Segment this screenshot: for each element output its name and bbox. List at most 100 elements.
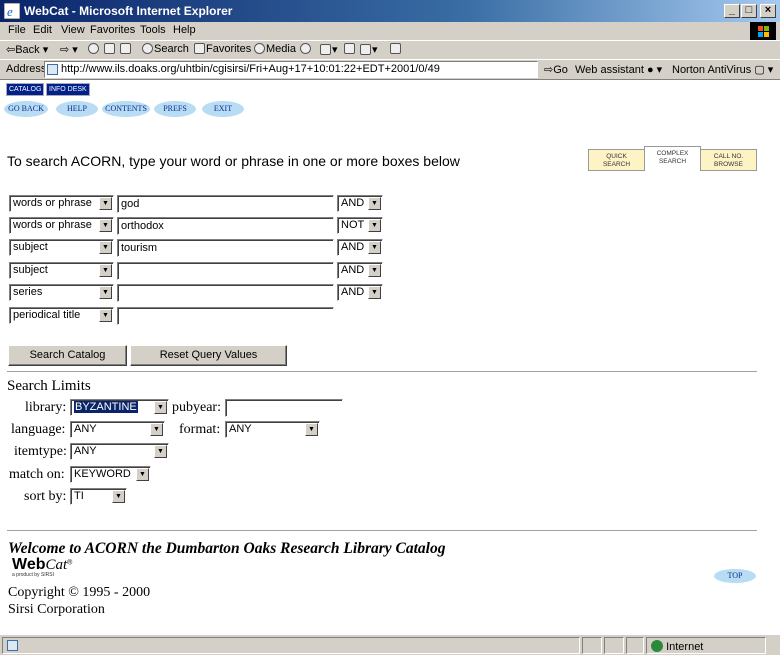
- refresh-icon[interactable]: [104, 43, 116, 55]
- intro-text: To search ACORN, type your word or phras…: [7, 153, 460, 169]
- favorites-button[interactable]: Favorites: [194, 43, 251, 55]
- window-title: WebCat - Microsoft Internet Explorer: [24, 4, 233, 18]
- call-no-browse-tab[interactable]: CALL NO. BROWSE: [700, 149, 757, 171]
- chevron-down-icon: ▼: [305, 423, 318, 436]
- reset-query-button[interactable]: Reset Query Values: [130, 345, 287, 366]
- tab-catalog[interactable]: CATALOG: [6, 83, 45, 96]
- search-field-select-1[interactable]: words or phrase ▼: [9, 195, 114, 212]
- back-button[interactable]: ⇦Back ▾: [6, 43, 48, 56]
- boolean-op-select-2[interactable]: NOT ▼: [337, 217, 383, 234]
- boolean-op-select-5[interactable]: AND ▼: [337, 284, 383, 301]
- search-term-input-3[interactable]: tourism: [117, 239, 334, 257]
- field-value: subject: [13, 241, 48, 253]
- field-value: periodical title: [13, 309, 81, 321]
- norton-antivirus-button[interactable]: Norton AntiVirus ▢ ▾: [672, 63, 773, 76]
- contents-link[interactable]: CONTENTS: [102, 101, 150, 117]
- match-on-select[interactable]: KEYWORD ▼: [70, 466, 151, 483]
- address-label: Address: [6, 63, 47, 75]
- sort-by-label: sort by:: [24, 489, 67, 504]
- search-term-input-2[interactable]: orthodox: [117, 217, 334, 235]
- op-value: AND: [341, 264, 365, 276]
- language-value: ANY: [74, 423, 97, 435]
- status-cell: [604, 637, 624, 654]
- boolean-op-select-3[interactable]: AND ▼: [337, 239, 383, 256]
- top-link[interactable]: TOP: [714, 569, 756, 583]
- search-field-select-5[interactable]: series ▼: [9, 284, 114, 301]
- op-value: AND: [341, 241, 365, 253]
- tab-info-desk[interactable]: INFO DESK: [46, 83, 90, 96]
- exit-link[interactable]: EXIT: [202, 101, 244, 117]
- go-back-link[interactable]: GO BACK: [4, 101, 48, 117]
- menu-edit[interactable]: Edit: [33, 24, 52, 36]
- menu-help[interactable]: Help: [173, 24, 196, 36]
- complex-search-tab[interactable]: COMPLEX SEARCH: [644, 146, 701, 171]
- match-value: KEYWORD: [74, 468, 131, 480]
- complex-search-line2: SEARCH: [658, 158, 687, 165]
- web-assistant-label: Web assistant: [575, 64, 644, 76]
- go-button[interactable]: ⇨Go: [544, 63, 568, 76]
- quick-search-tab[interactable]: QUICK SEARCH: [588, 149, 645, 171]
- copyright-text: Copyright © 1995 - 2000: [8, 585, 151, 600]
- help-link[interactable]: HELP: [56, 101, 98, 117]
- web-assistant-button[interactable]: Web assistant ● ▾: [575, 63, 662, 76]
- home-icon[interactable]: [120, 43, 132, 55]
- itemtype-select[interactable]: ANY ▼: [70, 443, 169, 460]
- print-icon[interactable]: [344, 43, 356, 55]
- search-field-select-4[interactable]: subject ▼: [9, 262, 114, 279]
- field-value: subject: [13, 264, 48, 276]
- pubyear-input[interactable]: [225, 399, 343, 417]
- library-select[interactable]: BYZANTINE ▼: [70, 399, 169, 416]
- windows-flag-icon: [750, 22, 776, 40]
- search-term-input-5[interactable]: [117, 284, 334, 302]
- minimize-button[interactable]: _: [724, 4, 740, 18]
- search-term-input-6[interactable]: [117, 307, 334, 325]
- page-done-icon: [7, 640, 18, 651]
- close-button[interactable]: ×: [760, 4, 776, 18]
- search-term-input-1[interactable]: god: [117, 195, 334, 213]
- forward-button[interactable]: ⇨ ▾: [60, 43, 78, 56]
- sort-value: TI: [74, 490, 84, 502]
- chevron-down-icon: ▼: [368, 264, 381, 277]
- stop-icon[interactable]: [88, 43, 100, 55]
- media-button[interactable]: Media: [254, 43, 296, 55]
- chevron-down-icon: ▼: [99, 286, 112, 299]
- prefs-link[interactable]: PREFS: [154, 101, 196, 117]
- ie-logo-icon: e: [4, 3, 20, 19]
- company-text: Sirsi Corporation: [8, 602, 105, 617]
- chevron-down-icon: ▼: [99, 197, 112, 210]
- search-field-select-3[interactable]: subject ▼: [9, 239, 114, 256]
- globe-icon: [651, 640, 663, 652]
- format-select[interactable]: ANY ▼: [225, 421, 320, 438]
- sort-by-select[interactable]: TI ▼: [70, 488, 127, 505]
- menu-file[interactable]: File: [8, 24, 26, 36]
- address-input[interactable]: http://www.ils.doaks.org/uhtbin/cgisirsi…: [44, 61, 538, 78]
- language-select[interactable]: ANY ▼: [70, 421, 165, 438]
- discuss-icon[interactable]: [390, 43, 402, 55]
- edit-icon[interactable]: ▾: [360, 43, 378, 56]
- mail-icon[interactable]: ▾: [320, 43, 338, 56]
- search-field-select-6[interactable]: periodical title ▼: [9, 307, 114, 324]
- field-value: words or phrase: [13, 219, 92, 231]
- search-field-select-2[interactable]: words or phrase ▼: [9, 217, 114, 234]
- itemtype-value: ANY: [74, 445, 97, 457]
- address-url: http://www.ils.doaks.org/uhtbin/cgisirsi…: [61, 63, 440, 75]
- search-icon: [142, 43, 153, 54]
- page-content: CATALOG INFO DESK GO BACK HELP CONTENTS …: [0, 79, 780, 634]
- search-term-input-4[interactable]: [117, 262, 334, 280]
- menu-tools[interactable]: Tools: [140, 24, 166, 36]
- chevron-down-icon: ▼: [368, 286, 381, 299]
- boolean-op-select-4[interactable]: AND ▼: [337, 262, 383, 279]
- search-button[interactable]: Search: [142, 43, 189, 55]
- chevron-down-icon: ▼: [368, 219, 381, 232]
- chevron-down-icon: ▼: [99, 219, 112, 232]
- boolean-op-select-1[interactable]: AND ▼: [337, 195, 383, 212]
- search-catalog-button[interactable]: Search Catalog: [8, 345, 127, 366]
- menu-favorites[interactable]: Favorites: [90, 24, 135, 36]
- history-icon[interactable]: [300, 43, 312, 55]
- media-icon: [254, 43, 265, 54]
- menu-view[interactable]: View: [61, 24, 85, 36]
- pubyear-label: pubyear:: [172, 400, 221, 415]
- toolbar: ⇦Back ▾ ⇨ ▾ Search Favorites Media ▾ ▾: [0, 40, 780, 59]
- maximize-button[interactable]: □: [741, 4, 757, 18]
- op-value: NOT: [341, 219, 365, 231]
